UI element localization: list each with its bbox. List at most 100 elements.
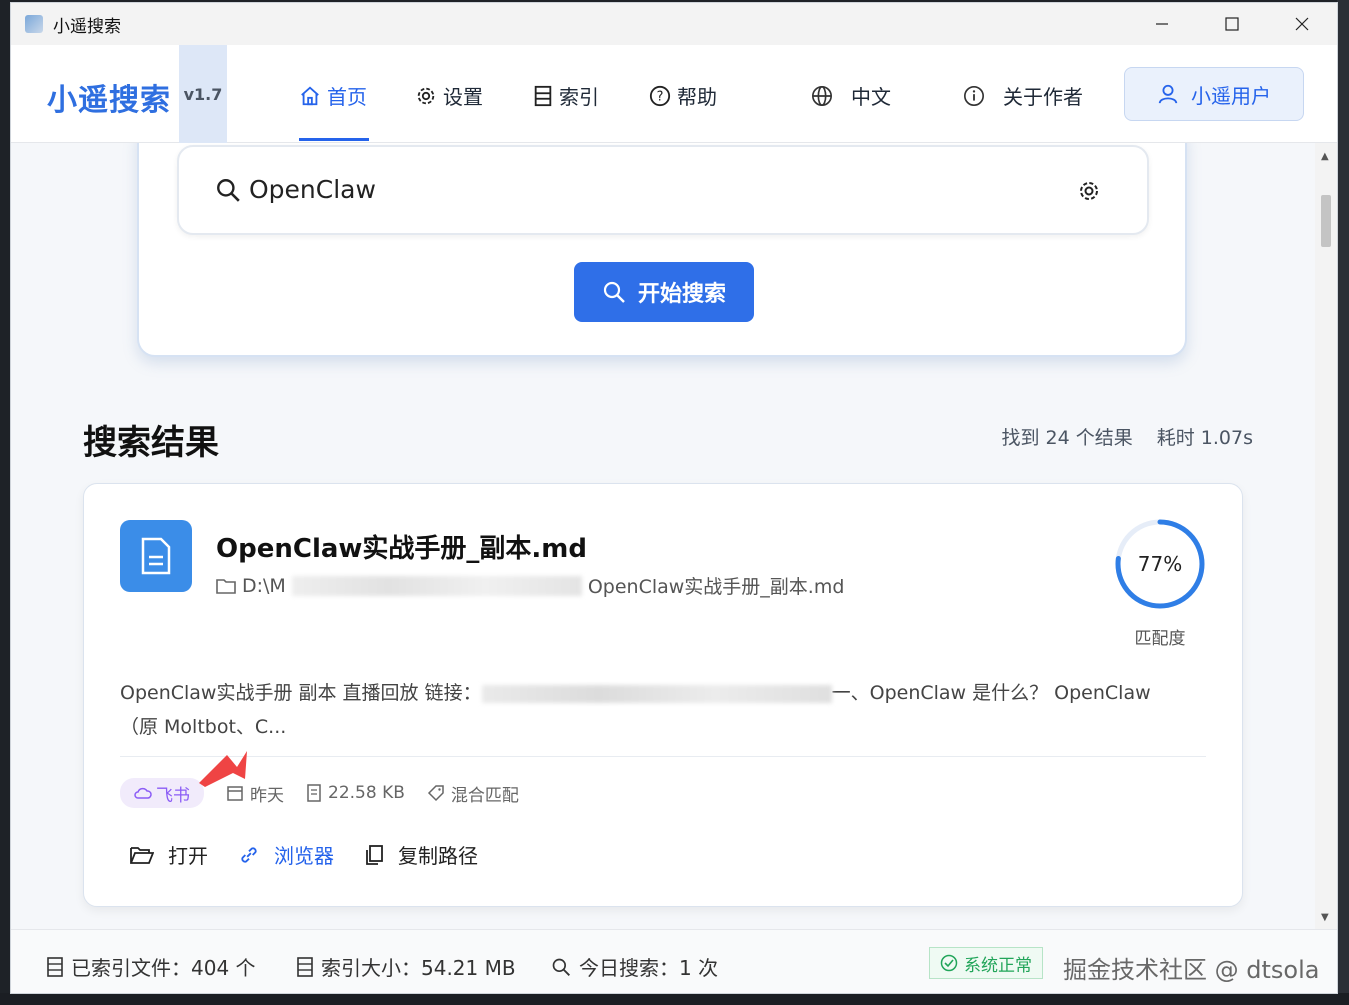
match-percent: 77% xyxy=(1137,552,1183,576)
window-title: 小遥搜索 xyxy=(53,16,121,37)
maximize-button[interactable] xyxy=(1197,3,1267,45)
nav-about[interactable]: 关于作者 xyxy=(963,81,1083,110)
result-actions: 打开 浏览器 复制路径 xyxy=(130,840,478,869)
browser-button[interactable]: 浏览器 xyxy=(238,840,334,869)
nav-help-label: 帮助 xyxy=(677,85,717,109)
nav-settings[interactable]: 设置 xyxy=(415,81,483,110)
link-icon xyxy=(241,846,257,863)
source-tag-label: 飞书 xyxy=(156,785,190,806)
file-size-icon xyxy=(307,784,321,802)
open-label: 打开 xyxy=(168,844,208,868)
svg-text:?: ? xyxy=(657,89,664,104)
search-settings-gear-icon[interactable] xyxy=(1077,179,1101,203)
status-bar: 已索引文件：404 个 索引大小：54.21 MB 今日搜索：1 次 系统正常 … xyxy=(11,929,1337,993)
open-button[interactable]: 打开 xyxy=(130,840,208,869)
search-input[interactable]: OpenClaw xyxy=(177,145,1149,235)
version-badge: v1.7 xyxy=(179,45,227,143)
path-redacted xyxy=(291,575,582,596)
annotation-arrow-icon xyxy=(199,751,247,787)
path-prefix: D:\M xyxy=(242,574,286,597)
snippet-part-b: 一、OpenClaw 是什么？ OpenClaw xyxy=(831,682,1151,704)
index-file-icon xyxy=(47,956,63,977)
search-query[interactable]: OpenClaw xyxy=(249,175,376,204)
result-match-type-label: 混合匹配 xyxy=(450,785,519,806)
status-indexed-files: 已索引文件：404 个 xyxy=(47,952,256,981)
minimize-button[interactable] xyxy=(1127,3,1197,45)
nav-about-label: 关于作者 xyxy=(1003,85,1083,109)
search-card: OpenClaw 开始搜索 xyxy=(137,143,1187,357)
nav-home[interactable]: 首页 xyxy=(299,81,367,110)
help-icon: ? xyxy=(649,85,671,106)
result-meta-row: 飞书 昨天 22.58 KB 混合匹配 xyxy=(120,778,519,808)
system-status-label: 系统正常 xyxy=(964,955,1032,976)
window-controls xyxy=(1127,3,1337,45)
result-size: 22.58 KB xyxy=(306,783,405,803)
result-file-path: D:\M OpenClaw实战手册_副本.md xyxy=(216,572,844,599)
status-index-size-label: 索引大小：54.21 MB xyxy=(321,956,516,980)
app-window: 小遥搜索 小遥搜索 v1.7 首页 设置 索引 ? 帮助 中文 关于作者 小遥用… xyxy=(10,2,1338,994)
start-search-button[interactable]: 开始搜索 xyxy=(574,262,754,322)
copy-path-label: 复制路径 xyxy=(398,844,478,868)
main-content: OpenClaw 开始搜索 搜索结果 找到 24 个结果 耗时 1.07s Op… xyxy=(11,143,1317,929)
results-time: 耗时 1.07s xyxy=(1156,427,1253,449)
status-indexed-files-label: 已索引文件：404 个 xyxy=(71,956,256,980)
match-label: 匹配度 xyxy=(1134,629,1186,649)
user-icon xyxy=(1158,84,1178,104)
user-name: 小遥用户 xyxy=(1191,83,1271,108)
results-count: 找到 24 个结果 xyxy=(1001,427,1133,449)
result-card[interactable]: OpenClaw实战手册_副本.md D:\M OpenClaw实战手册_副本.… xyxy=(83,483,1243,907)
brand-logo[interactable]: 小遥搜索 xyxy=(47,75,171,119)
scroll-down-icon[interactable]: ▼ xyxy=(1321,912,1329,923)
tag-icon xyxy=(427,785,444,802)
minimize-icon xyxy=(1156,23,1168,25)
scroll-thumb[interactable] xyxy=(1321,195,1331,247)
info-icon xyxy=(964,85,984,106)
result-snippet: OpenClaw实战手册 副本 直播回放 链接： 一、OpenClaw 是什么？ … xyxy=(120,676,1200,744)
folder-icon xyxy=(216,578,236,594)
nav-index[interactable]: 索引 xyxy=(533,81,599,110)
snippet-part-a: OpenClaw实战手册 副本 直播回放 链接： xyxy=(120,682,482,704)
folder-open-icon xyxy=(130,846,154,864)
scroll-up-icon[interactable]: ▲ xyxy=(1321,151,1329,162)
title-bar: 小遥搜索 xyxy=(11,3,1337,45)
status-today-search-label: 今日搜索：1 次 xyxy=(579,956,719,980)
browser-label: 浏览器 xyxy=(274,844,334,868)
user-button[interactable]: 小遥用户 xyxy=(1124,67,1304,121)
gear-icon xyxy=(417,87,435,104)
markdown-file-icon xyxy=(120,520,192,592)
watermark: 掘金技术社区 @ dtsola xyxy=(1063,956,1320,984)
close-button[interactable] xyxy=(1267,3,1337,45)
nav-help[interactable]: ? 帮助 xyxy=(649,81,717,110)
results-title: 搜索结果 xyxy=(83,423,219,463)
results-meta: 找到 24 个结果 耗时 1.07s xyxy=(1001,423,1253,450)
close-icon xyxy=(1295,17,1309,31)
status-index-size: 索引大小：54.21 MB xyxy=(297,952,516,981)
cloud-icon xyxy=(134,787,152,799)
copy-path-button[interactable]: 复制路径 xyxy=(364,840,478,869)
background-terminal xyxy=(0,993,1349,1005)
index-icon xyxy=(534,85,552,106)
copy-icon xyxy=(366,844,383,865)
system-status-badge: 系统正常 xyxy=(929,947,1043,979)
nav-language-label: 中文 xyxy=(851,85,891,109)
nav-active-indicator xyxy=(299,138,369,141)
check-circle-icon xyxy=(940,954,958,972)
nav-settings-label: 设置 xyxy=(443,85,483,109)
home-icon xyxy=(301,86,319,105)
search-button-icon xyxy=(603,281,625,303)
start-search-label: 开始搜索 xyxy=(637,282,726,307)
result-size-label: 22.58 KB xyxy=(328,783,405,803)
background-window-edge xyxy=(1337,0,1349,1005)
index-size-icon xyxy=(297,956,313,977)
result-file-name[interactable]: OpenClaw实战手册_副本.md xyxy=(216,528,587,565)
vertical-scrollbar[interactable]: ▲ ▼ xyxy=(1315,143,1337,929)
source-tag: 飞书 xyxy=(120,778,204,808)
app-icon xyxy=(25,15,43,33)
status-search-icon xyxy=(552,958,570,976)
snippet-redacted xyxy=(481,684,832,703)
globe-icon xyxy=(812,85,832,106)
status-today-search: 今日搜索：1 次 xyxy=(551,952,718,981)
snippet-part-c: （原 Moltbot、C... xyxy=(120,716,287,738)
nav-language[interactable]: 中文 xyxy=(811,81,891,110)
nav-index-label: 索引 xyxy=(559,85,599,109)
